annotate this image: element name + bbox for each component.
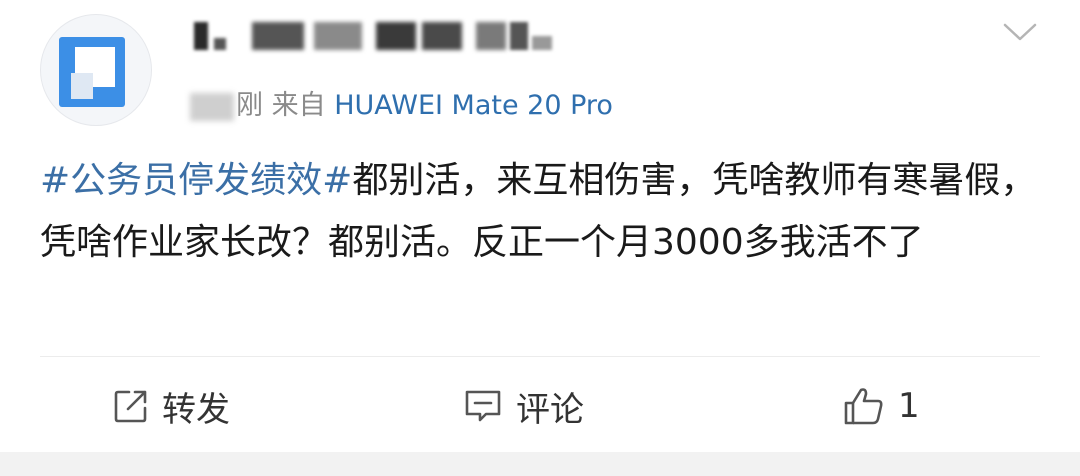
source-prefix: 来自 [271, 90, 326, 121]
like-count: 1 [898, 386, 920, 426]
divider [40, 356, 1040, 357]
post-meta: 刚 来自 HUAWEI Mate 20 Pro [190, 86, 613, 126]
hashtag-link[interactable]: #公务员停发绩效# [40, 160, 352, 201]
device-source[interactable]: HUAWEI Mate 20 Pro [334, 90, 613, 121]
avatar[interactable] [40, 14, 152, 126]
comment-button[interactable]: 评论 [462, 378, 584, 434]
repost-label: 转发 [162, 389, 230, 430]
thumbs-up-icon [844, 388, 883, 425]
post-time: 刚 [236, 90, 263, 121]
repost-button[interactable]: 转发 [112, 378, 230, 434]
username-redacted[interactable] [190, 16, 560, 56]
chevron-down-icon[interactable] [1002, 20, 1038, 44]
post-content: #公务员停发绩效#都别活，来互相伤害，凭啥教师有寒暑假，凭啥作业家长改？都别活。… [40, 150, 1050, 274]
bottom-separator [0, 452, 1080, 476]
comment-label: 评论 [516, 389, 584, 430]
share-icon [114, 390, 147, 423]
time-redacted [190, 92, 234, 121]
like-button[interactable]: 1 [842, 378, 920, 434]
comment-icon [465, 390, 501, 422]
